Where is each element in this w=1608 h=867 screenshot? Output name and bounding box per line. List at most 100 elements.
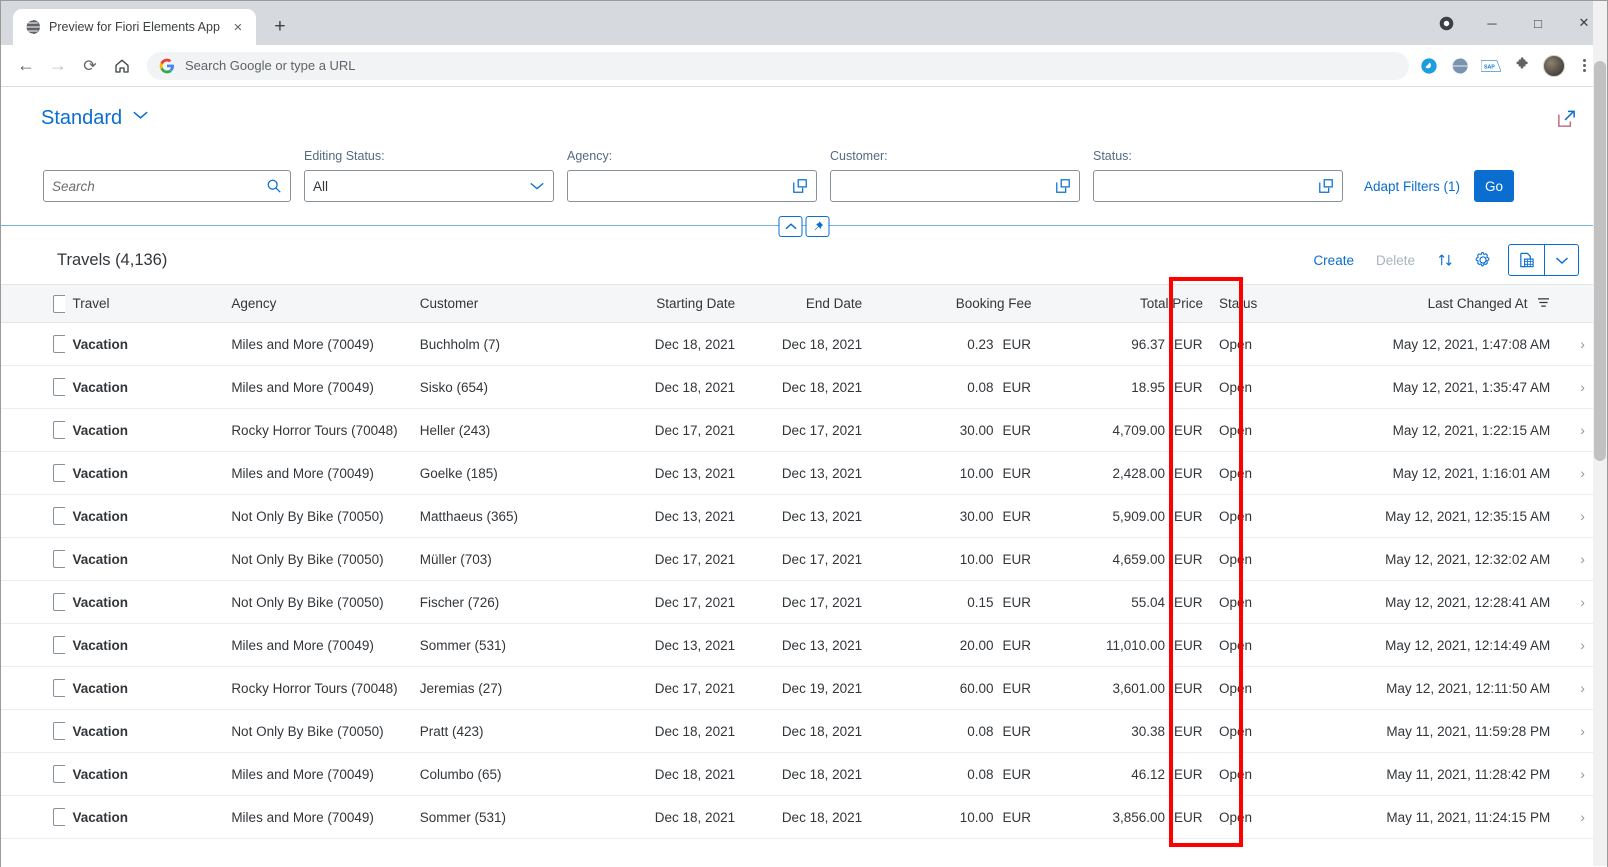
search-input[interactable]: Search <box>43 170 291 202</box>
row-checkbox[interactable] <box>53 593 65 611</box>
new-tab-button[interactable]: + <box>266 13 294 41</box>
chevron-right-icon[interactable]: › <box>1580 551 1585 567</box>
table-body: Vacation Miles and More (70049) Buchholm (… <box>1 322 1607 839</box>
address-bar[interactable]: Search Google or type a URL <box>147 51 1409 80</box>
cell-last-changed-at: May 12, 2021, 12:28:41 AM <box>1293 580 1559 624</box>
cell-customer: Sommer (531) <box>411 795 608 839</box>
chevron-right-icon[interactable]: › <box>1580 809 1585 825</box>
table-row[interactable]: Vacation Miles and More (70049) Sommer (53… <box>1 795 1607 839</box>
cell-starting-date: Dec 17, 2021 <box>607 537 744 581</box>
column-header-total-price[interactable]: Total Price <box>1039 284 1211 323</box>
share-export-icon[interactable] <box>1549 101 1583 135</box>
puzzle-extensions-icon[interactable] <box>1512 56 1532 76</box>
export-dropdown-arrow-icon[interactable] <box>1545 244 1579 276</box>
avatar[interactable] <box>1543 54 1565 77</box>
chevron-right-icon[interactable]: › <box>1580 336 1585 352</box>
maximize-button[interactable]: □ <box>1515 3 1561 43</box>
chevron-right-icon[interactable]: › <box>1580 422 1585 438</box>
column-header-booking-fee[interactable]: Booking Fee <box>870 284 1040 323</box>
row-select-cell <box>1 451 65 495</box>
collapse-filter-bar-button[interactable] <box>778 216 803 237</box>
table-row[interactable]: Vacation Not Only By Bike (70050) Pratt (4… <box>1 709 1607 753</box>
column-header-agency[interactable]: Agency <box>223 284 412 323</box>
chevron-right-icon[interactable]: › <box>1580 594 1585 610</box>
agency-input[interactable] <box>567 170 817 202</box>
customer-input[interactable] <box>830 170 1080 202</box>
column-header-customer[interactable]: Customer <box>411 284 608 323</box>
chevron-right-icon[interactable]: › <box>1580 766 1585 782</box>
sort-arrows-icon[interactable] <box>1428 244 1462 276</box>
table-row[interactable]: Vacation Not Only By Bike (70050) Fischer … <box>1 580 1607 624</box>
table-row[interactable]: Vacation Miles and More (70049) Columbo (6… <box>1 752 1607 796</box>
column-header-travel[interactable]: Travel <box>64 284 224 323</box>
cell-starting-date: Dec 18, 2021 <box>607 322 744 366</box>
column-header-status[interactable]: Status <box>1211 284 1294 323</box>
column-header-end-date[interactable]: End Date <box>743 284 871 323</box>
pin-filter-bar-button[interactable] <box>805 216 830 237</box>
close-tab-icon[interactable]: × <box>228 17 248 37</box>
page-scrollbar-thumb[interactable] <box>1594 61 1606 461</box>
row-checkbox[interactable] <box>53 378 65 396</box>
status-input[interactable] <box>1093 170 1343 202</box>
back-icon[interactable]: ← <box>11 51 41 81</box>
cell-travel: Vacation <box>64 494 224 538</box>
chevron-right-icon[interactable]: › <box>1580 508 1585 524</box>
row-checkbox[interactable] <box>53 550 65 568</box>
row-checkbox[interactable] <box>53 335 65 353</box>
sap-extension-icon[interactable]: SAP <box>1481 56 1501 76</box>
table-row[interactable]: Vacation Rocky Horror Tours (70048) Jeremi… <box>1 666 1607 710</box>
value-help-icon[interactable] <box>792 178 808 194</box>
table-row[interactable]: Vacation Miles and More (70049) Goelke (18… <box>1 451 1607 495</box>
row-checkbox[interactable] <box>53 464 65 482</box>
search-icon[interactable] <box>266 178 282 194</box>
create-button[interactable]: Create <box>1304 244 1363 276</box>
editing-status-select[interactable]: All <box>304 170 554 202</box>
home-icon[interactable] <box>107 51 137 81</box>
row-checkbox[interactable] <box>53 765 65 783</box>
table-row[interactable]: Vacation Not Only By Bike (70050) Müller (… <box>1 537 1607 581</box>
table-row[interactable]: Vacation Miles and More (70049) Sommer (53… <box>1 623 1607 667</box>
reload-icon[interactable]: ⟳ <box>75 51 105 81</box>
table-row[interactable]: Vacation Not Only By Bike (70050) Matthaeu… <box>1 494 1607 538</box>
chevron-right-icon[interactable]: › <box>1580 379 1585 395</box>
chevron-down-icon[interactable] <box>529 181 545 191</box>
minimize-button[interactable]: ─ <box>1469 3 1515 43</box>
chevron-right-icon[interactable]: › <box>1580 465 1585 481</box>
row-select-cell <box>1 322 65 366</box>
value-help-icon[interactable] <box>1318 178 1334 194</box>
row-checkbox[interactable] <box>53 679 65 697</box>
browser-tab[interactable]: Preview for Fiori Elements App × <box>13 9 256 45</box>
variant-selector[interactable]: Standard <box>41 107 150 130</box>
chevron-right-icon[interactable]: › <box>1580 680 1585 696</box>
row-checkbox[interactable] <box>53 507 65 525</box>
go-button[interactable]: Go <box>1474 170 1515 202</box>
record-circle-icon[interactable] <box>1423 3 1469 43</box>
row-checkbox[interactable] <box>53 421 65 439</box>
globe-icon <box>25 19 41 35</box>
translate-extension-icon[interactable] <box>1419 56 1439 76</box>
select-all-header <box>1 284 71 323</box>
gear-icon[interactable] <box>1466 244 1500 276</box>
chevron-right-icon[interactable]: › <box>1580 637 1585 653</box>
column-header-starting-date[interactable]: Starting Date <box>607 284 744 323</box>
value-help-icon[interactable] <box>1055 178 1071 194</box>
booking-fee-currency: EUR <box>1002 637 1032 653</box>
cell-agency: Miles and More (70049) <box>223 752 412 796</box>
globe-extension-icon[interactable] <box>1450 56 1470 76</box>
booking-fee-value: 10.00 <box>959 465 994 481</box>
cell-booking-fee: 0.08 EUR <box>870 709 1040 753</box>
chevron-right-icon[interactable]: › <box>1580 723 1585 739</box>
export-spreadsheet-icon[interactable] <box>1508 244 1545 276</box>
page-scrollbar-track[interactable] <box>1593 1 1607 866</box>
adapt-filters-button[interactable]: Adapt Filters (1) <box>1356 170 1468 202</box>
search-placeholder: Search <box>52 178 95 194</box>
row-checkbox[interactable] <box>53 722 65 740</box>
table-row[interactable]: Vacation Rocky Horror Tours (70048) Heller… <box>1 408 1607 452</box>
total-price-currency: EUR <box>1174 422 1203 438</box>
row-checkbox[interactable] <box>53 808 65 826</box>
table-row[interactable]: Vacation Miles and More (70049) Sisko (654… <box>1 365 1607 409</box>
chevron-down-icon[interactable] <box>131 108 150 126</box>
table-row[interactable]: Vacation Miles and More (70049) Buchholm (… <box>1 322 1607 366</box>
row-checkbox[interactable] <box>53 636 65 654</box>
column-header-last-changed-at[interactable]: Last Changed At <box>1293 284 1559 323</box>
